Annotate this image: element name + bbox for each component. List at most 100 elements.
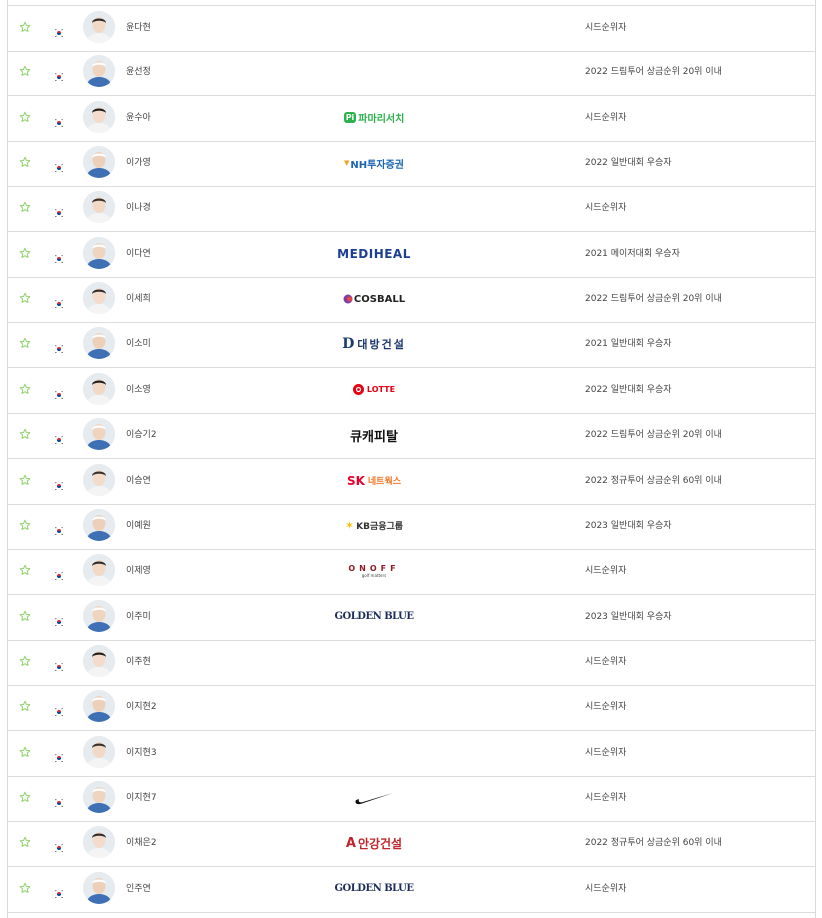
sponsor-logo-text: 큐캐피탈 (350, 429, 398, 445)
favorite-star-icon[interactable] (19, 519, 31, 531)
player-name[interactable]: 이나경 (126, 200, 151, 213)
player-avatar[interactable] (83, 418, 115, 451)
qualification-text: 2022 일반대회 우승자 (585, 158, 672, 169)
sponsor-logo: MEDIHEAL (324, 241, 424, 267)
favorite-star-icon[interactable] (19, 428, 31, 440)
player-name[interactable]: 이다연 (126, 246, 151, 259)
player-avatar[interactable] (83, 55, 115, 88)
favorite-star-icon[interactable] (19, 247, 31, 259)
player-avatar[interactable] (83, 146, 115, 179)
cosball-mark-icon (343, 294, 353, 304)
korea-flag-icon (54, 657, 64, 672)
korea-flag-icon (54, 702, 64, 718)
player-avatar[interactable] (83, 871, 115, 904)
player-avatar[interactable] (83, 690, 115, 723)
player-name[interactable]: 이제영 (126, 563, 151, 576)
table-row: 이다연 MEDIHEAL 2021 메이저대회 우승자 (8, 232, 815, 278)
player-name[interactable]: 이지현3 (126, 745, 157, 758)
favorite-star-icon[interactable] (19, 655, 31, 667)
player-name[interactable]: 윤선정 (126, 64, 151, 77)
player-avatar[interactable] (83, 599, 115, 632)
korea-flag-icon (54, 339, 64, 355)
player-name[interactable]: 이세희 (126, 291, 151, 304)
table-row: 윤다현 시드순위자 (8, 5, 815, 52)
sponsor-logo: A 안강건설 (324, 830, 424, 856)
table-row: 윤수아 Pi 파마리서치 시드순위자 (8, 96, 815, 142)
player-name[interactable]: 이소영 (126, 382, 151, 395)
sponsor-logo: GOLDEN BLUE (324, 876, 424, 902)
player-name[interactable]: 이지현2 (126, 699, 157, 712)
player-avatar[interactable] (83, 372, 115, 405)
favorite-star-icon[interactable] (19, 564, 31, 576)
player-avatar[interactable] (83, 282, 115, 315)
favorite-star-icon[interactable] (19, 383, 31, 395)
sponsor-logo-text: LOTTE (366, 385, 396, 395)
korea-flag-icon (54, 67, 64, 83)
favorite-star-icon[interactable] (19, 337, 31, 349)
sponsor-logo (324, 195, 424, 221)
favorite-star-icon[interactable] (19, 836, 31, 848)
player-avatar[interactable] (83, 236, 115, 269)
qualification-text: 2023 일반대회 우승자 (585, 611, 672, 622)
korea-flag-icon (54, 748, 64, 763)
player-avatar[interactable] (83, 100, 115, 133)
qualification-text: 2022 드림투어 상금순위 20위 이내 (585, 67, 722, 78)
favorite-star-icon[interactable] (19, 65, 31, 77)
player-avatar[interactable] (83, 463, 115, 496)
qualification-text: 2022 일반대회 우승자 (585, 384, 672, 395)
player-name[interactable]: 이승기2 (126, 427, 157, 440)
player-name[interactable]: 윤수아 (126, 110, 151, 123)
player-avatar[interactable] (83, 826, 115, 859)
player-name[interactable]: 윤다현 (126, 20, 151, 33)
sponsor-logo-text: NH투자증권 (350, 159, 404, 171)
player-name[interactable]: 이소미 (126, 336, 151, 349)
favorite-star-icon[interactable] (19, 156, 31, 168)
favorite-star-icon[interactable] (19, 292, 31, 304)
player-avatar[interactable] (83, 11, 115, 43)
korea-flag-icon (54, 476, 64, 491)
favorite-star-icon[interactable] (19, 746, 31, 758)
player-avatar[interactable] (83, 508, 115, 541)
qualification-text: 시드순위자 (585, 203, 627, 214)
player-name[interactable]: 인주연 (126, 881, 151, 894)
lotte-mark-icon (352, 384, 364, 396)
player-name[interactable]: 이지현7 (126, 790, 157, 803)
player-avatar[interactable] (83, 554, 115, 587)
player-name[interactable]: 이주현 (126, 654, 151, 667)
sponsor-logo: LOTTE (324, 377, 424, 403)
player-name[interactable]: 이가영 (126, 155, 151, 168)
table-row: 이세희 COSBALL 2022 드림투어 상금순위 20위 이내 (8, 277, 815, 324)
korea-flag-icon (54, 249, 64, 264)
player-avatar[interactable] (83, 191, 115, 224)
korea-flag-icon (54, 521, 64, 536)
favorite-star-icon[interactable] (19, 201, 31, 213)
player-name[interactable]: 이예원 (126, 518, 151, 531)
player-avatar[interactable] (83, 327, 115, 360)
favorite-star-icon[interactable] (19, 791, 31, 803)
sponsor-logo: Pi 파마리서치 (324, 105, 424, 131)
player-name[interactable]: 이주미 (126, 609, 151, 622)
favorite-star-icon[interactable] (19, 21, 31, 33)
table-row: 이주미 GOLDEN BLUE 2023 일반대회 우승자 (8, 595, 815, 641)
sponsor-logo-mark: Pi (343, 112, 357, 124)
sponsor-logo: D 대방건설 (324, 331, 424, 357)
player-avatar[interactable] (83, 735, 115, 768)
player-name[interactable]: 이승연 (126, 473, 151, 486)
nike-swoosh-icon (355, 792, 393, 805)
korea-flag-icon (54, 113, 64, 128)
qualification-text: 2021 일반대회 우승자 (585, 339, 672, 350)
favorite-star-icon[interactable] (19, 474, 31, 486)
player-name[interactable]: 이채은2 (126, 835, 157, 848)
table-row: 이승기2 큐캐피탈 2022 드림투어 상금순위 20위 이내 (8, 413, 815, 460)
favorite-star-icon[interactable] (19, 111, 31, 123)
favorite-star-icon[interactable] (19, 610, 31, 622)
favorite-star-icon[interactable] (19, 700, 31, 712)
korea-flag-icon (54, 884, 64, 899)
favorite-star-icon[interactable] (19, 882, 31, 894)
sponsor-logo-text: 네트웍스 (367, 477, 402, 487)
sponsor-logo-text: 파마리서치 (358, 114, 405, 126)
sponsor-logo (324, 59, 424, 85)
player-avatar[interactable] (83, 780, 115, 813)
sponsor-logo (324, 740, 424, 766)
player-avatar[interactable] (83, 644, 115, 677)
